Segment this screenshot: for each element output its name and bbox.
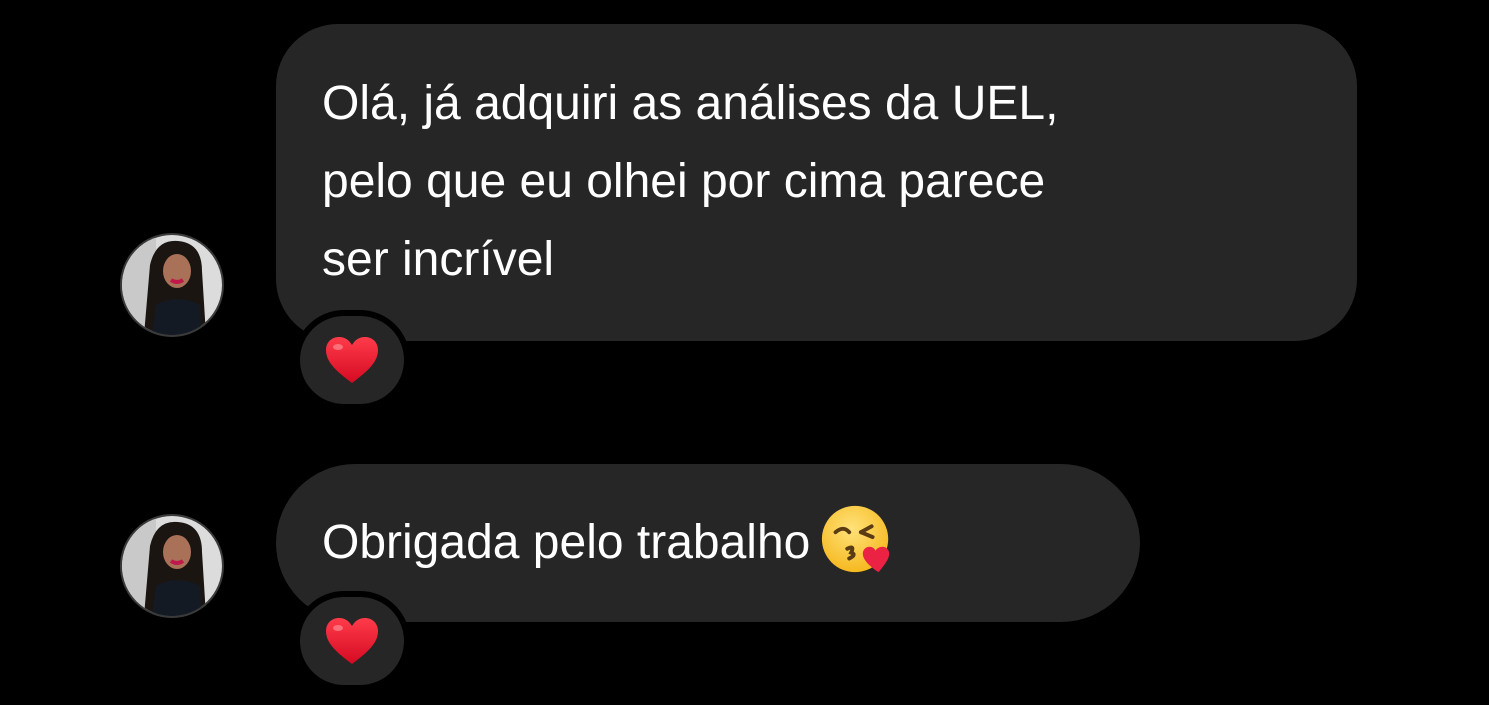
- sender-avatar[interactable]: [120, 233, 224, 337]
- message-reaction[interactable]: [294, 310, 410, 410]
- red-heart-icon: [326, 618, 378, 664]
- message-text-line: Olá, já adquiri as análises da UEL,: [322, 77, 1059, 130]
- red-heart-icon: [326, 337, 378, 383]
- message-bubble[interactable]: Obrigada pelo trabalho: [276, 464, 1140, 622]
- profile-photo-icon: [122, 235, 222, 335]
- message-text-line: ser incrível: [322, 233, 555, 286]
- profile-photo-icon: [122, 516, 222, 616]
- message-reaction[interactable]: [294, 591, 410, 691]
- face-blowing-kiss-icon: [818, 500, 896, 578]
- sender-avatar[interactable]: [120, 514, 224, 618]
- message-bubble[interactable]: Olá, já adquiri as análises da UEL, pelo…: [276, 24, 1357, 341]
- message-text: Obrigada pelo trabalho: [322, 516, 811, 569]
- message-text-line: pelo que eu olhei por cima parece: [322, 155, 1046, 208]
